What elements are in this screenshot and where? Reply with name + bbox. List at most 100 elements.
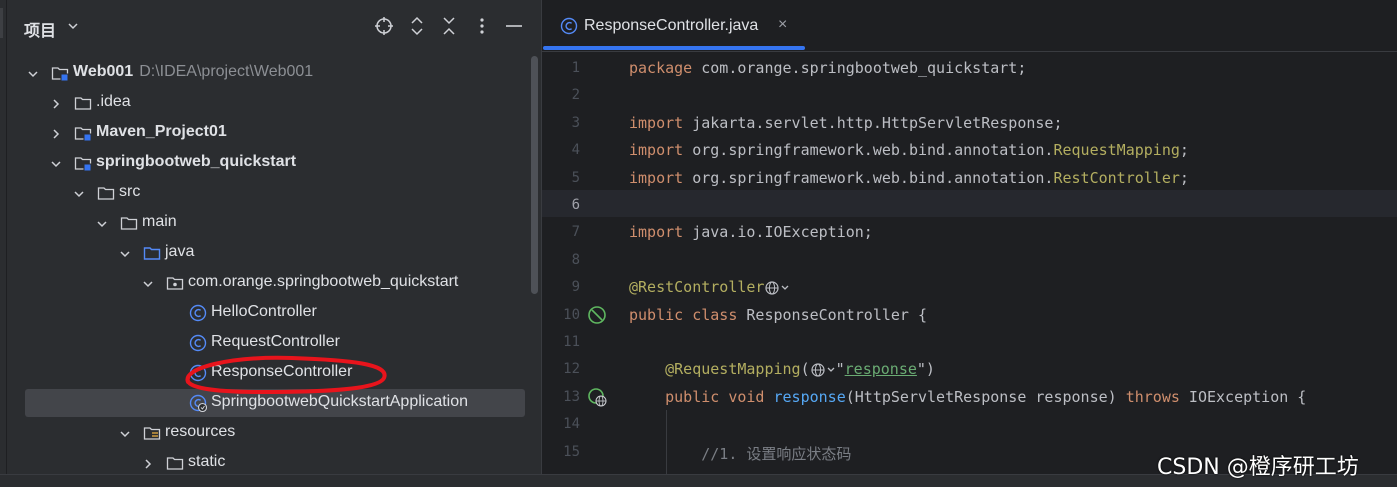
- line-number: 12: [563, 361, 580, 378]
- code-line[interactable]: import org.springframework.web.bind.anno…: [629, 141, 1189, 159]
- line-number: 13: [563, 388, 580, 405]
- tree-item[interactable]: main: [7, 208, 541, 238]
- java-class-icon: [189, 334, 207, 352]
- project-panel-header: 项目: [7, 0, 541, 54]
- line-number: 5: [571, 169, 580, 186]
- tree-item-text: java: [165, 243, 195, 260]
- chevron-down-icon[interactable]: [73, 187, 85, 199]
- tree-item-label: SpringbootwebQuickstartApplication: [211, 393, 468, 411]
- folder-icon: [97, 184, 115, 202]
- tree-item[interactable]: RequestController: [7, 328, 541, 358]
- line-number: 4: [571, 142, 580, 159]
- chevron-down-icon[interactable]: [67, 20, 79, 32]
- project-scrollbar-thumb[interactable]: [531, 56, 538, 294]
- project-panel: 项目 Web001 D:\IDEA\project\Web001 .idea Mave…: [7, 0, 541, 474]
- tree-item-text: Web001: [73, 63, 134, 80]
- folder-icon: [120, 214, 138, 232]
- java-class-icon: [189, 364, 207, 382]
- chevron-right-icon[interactable]: [50, 97, 62, 109]
- resources-folder-icon: [143, 424, 161, 442]
- tree-item-label: RequestController: [211, 333, 340, 351]
- tree-item-text: main: [142, 213, 177, 230]
- tree-item-label: .idea: [96, 93, 131, 111]
- tree-item[interactable]: resources: [7, 418, 541, 448]
- code-line[interactable]: @RestController: [629, 278, 790, 296]
- line-number: 11: [563, 334, 580, 350]
- tree-item-text: springbootweb_quickstart: [96, 153, 297, 170]
- code-area[interactable]: 1 package com.orange.springbootweb_quicks…: [542, 54, 1397, 474]
- tree-item-text: static: [188, 453, 226, 470]
- module-folder-icon: [51, 64, 69, 82]
- code-line[interactable]: public void response(HttpServletResponse…: [629, 388, 1306, 406]
- request-mapping-gutter-icon[interactable]: [587, 387, 607, 407]
- package-icon: [166, 274, 184, 292]
- tree-item-text: ResponseController: [211, 363, 353, 380]
- chevron-down-icon[interactable]: [119, 427, 131, 439]
- tree-item-text: SpringbootwebQuickstartApplication: [211, 393, 469, 410]
- collapse-all-icon[interactable]: [438, 15, 460, 37]
- code-line[interactable]: @RequestMapping("response"): [629, 360, 935, 378]
- tree-item[interactable]: .idea: [7, 88, 541, 118]
- tree-item-label: static: [188, 453, 225, 471]
- panel-title[interactable]: 项目: [24, 17, 56, 41]
- editor-tab-responsecontroller[interactable]: ResponseController.java ×: [542, 0, 805, 52]
- chevron-down-icon[interactable]: [142, 277, 154, 289]
- watermark: CSDN @橙序研工坊: [1157, 455, 1359, 480]
- code-line[interactable]: import jakarta.servlet.http.HttpServletR…: [629, 114, 1062, 132]
- close-icon[interactable]: ×: [778, 16, 787, 34]
- chevron-down-icon[interactable]: [27, 67, 39, 79]
- locate-icon[interactable]: [373, 15, 395, 37]
- folder-icon: [74, 94, 92, 112]
- current-line-highlight: [542, 190, 1397, 217]
- chevron-down-icon[interactable]: [50, 157, 62, 169]
- tree-item-text: Maven_Project01: [96, 123, 227, 140]
- expand-all-icon[interactable]: [406, 15, 428, 37]
- code-line[interactable]: import org.springframework.web.bind.anno…: [629, 169, 1189, 187]
- line-number: 7: [571, 224, 580, 241]
- tree-item-label: ResponseController: [211, 363, 352, 381]
- chevron-right-icon[interactable]: [50, 127, 62, 139]
- line-number: 9: [571, 279, 580, 296]
- module-folder-icon: [74, 154, 92, 172]
- spring-boot-class-icon: [189, 394, 208, 413]
- tree-item-label: resources: [165, 423, 235, 441]
- active-tab-indicator: [543, 46, 805, 50]
- tree-item[interactable]: ResponseController: [7, 358, 541, 388]
- chevron-down-icon[interactable]: [96, 217, 108, 229]
- chevron-down-icon[interactable]: [119, 247, 131, 259]
- tree-item-text: RequestController: [211, 333, 340, 350]
- tree-item[interactable]: src: [7, 178, 541, 208]
- editor-tab-bar: ResponseController.java ×: [542, 0, 1397, 52]
- tree-item-text: HelloController: [211, 303, 317, 320]
- line-number: 14: [563, 416, 580, 433]
- line-number: 1: [571, 60, 580, 76]
- source-folder-icon: [143, 244, 161, 262]
- code-editor: ResponseController.java × 1 package com.o…: [541, 0, 1397, 474]
- spring-bean-gutter-icon[interactable]: [587, 305, 607, 325]
- tree-item-text: src: [119, 183, 141, 200]
- tree-item[interactable]: HelloController: [7, 298, 541, 328]
- folder-icon: [166, 454, 184, 472]
- tree-item[interactable]: Web001 D:\IDEA\project\Web001: [7, 58, 541, 88]
- java-class-icon: [560, 17, 578, 35]
- minimize-icon[interactable]: [503, 15, 525, 37]
- line-number: 10: [563, 306, 580, 323]
- tool-window-strip: [0, 0, 7, 487]
- tree-item-label: src: [119, 183, 140, 201]
- tree-item-label: Web001 D:\IDEA\project\Web001: [73, 63, 313, 81]
- tree-item[interactable]: Maven_Project01: [7, 118, 541, 148]
- tree-item-label: springbootweb_quickstart: [96, 153, 296, 171]
- code-line[interactable]: import java.io.IOException;: [629, 223, 873, 241]
- tree-item[interactable]: SpringbootwebQuickstartApplication: [7, 388, 541, 418]
- tree-item[interactable]: springbootweb_quickstart: [7, 148, 541, 178]
- more-options-icon[interactable]: [471, 15, 493, 37]
- code-line[interactable]: public class ResponseController {: [629, 306, 927, 324]
- line-number: 8: [571, 251, 580, 268]
- line-number: 2: [571, 87, 580, 104]
- code-line[interactable]: package com.orange.springbootweb_quickst…: [629, 59, 1026, 77]
- tree-item[interactable]: java: [7, 238, 541, 268]
- module-folder-icon: [74, 124, 92, 142]
- tree-item[interactable]: com.orange.springbootweb_quickstart: [7, 268, 541, 298]
- code-line[interactable]: //1. 设置响应状态码: [629, 443, 851, 464]
- chevron-right-icon[interactable]: [142, 457, 154, 469]
